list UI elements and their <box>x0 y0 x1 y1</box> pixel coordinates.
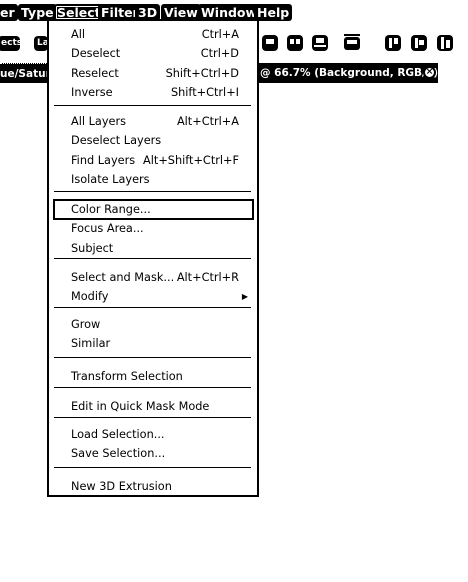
menu-separator <box>54 105 251 106</box>
menu-item-color-range[interactable]: Color Range... <box>53 199 254 220</box>
menu-item-label: All <box>71 28 86 41</box>
menu-separator <box>54 307 251 308</box>
menu-separator <box>54 417 251 418</box>
menu-item-shortcut: Shift+Ctrl+I <box>170 85 239 99</box>
menu-separator <box>54 258 251 259</box>
close-icon[interactable]: × <box>423 66 436 79</box>
menu-separator <box>54 191 251 192</box>
layer-dropdown[interactable]: La <box>34 36 48 51</box>
menu-item-label: Deselect Layers <box>71 134 162 148</box>
menu-item-shortcut: Alt+Ctrl+A <box>176 115 239 128</box>
menu-item-all[interactable]: All Ctrl+A <box>51 25 255 44</box>
menu-item-deselect[interactable]: Deselect Ctrl+D <box>51 44 255 63</box>
menu-item-label: Color Range... <box>71 203 151 216</box>
menu-item-transform-selection[interactable]: Transform Selection <box>51 367 255 386</box>
menu-item-label: Modify <box>71 290 109 304</box>
menu-item-label: Save Selection... <box>71 447 166 461</box>
menu-item-label: Grow <box>71 318 101 331</box>
menu-item-save-selection[interactable]: Save Selection... <box>51 444 255 463</box>
menu-item-subject[interactable]: Subject <box>51 239 255 258</box>
align-right-icon[interactable] <box>436 33 454 53</box>
submenu-arrow-icon: ▶ <box>241 292 248 302</box>
menu-item-label: Subject <box>71 241 114 255</box>
menu-help[interactable]: Help <box>254 4 293 21</box>
menu-item-label: Select and Mask... <box>71 271 175 284</box>
document-tab-hue-saturation[interactable]: ue/Satura <box>0 63 48 83</box>
menu-item-find-layers[interactable]: Find Layers Alt+Shift+Ctrl+F <box>51 151 255 170</box>
menu-item-shortcut: Alt+Shift+Ctrl+F <box>143 153 239 167</box>
menu-item-deselect-layers[interactable]: Deselect Layers <box>51 131 255 150</box>
menu-separator <box>54 387 251 388</box>
menu-item-label: Similar <box>71 337 111 351</box>
menu-item-modify[interactable]: Modify ▶ <box>51 287 255 306</box>
menu-item-shortcut: Ctrl+A <box>201 28 239 41</box>
menu-item-new-3d-extrusion[interactable]: New 3D Extrusion <box>51 477 255 496</box>
menu-item-label: Find Layers <box>71 153 136 167</box>
menu-item-label: Load Selection... <box>71 428 165 441</box>
document-tab-active[interactable]: @ 66.7% (Background, RGB/8) <box>256 63 438 83</box>
align-bottom-icon[interactable] <box>311 33 329 53</box>
menu-item-load-selection[interactable]: Load Selection... <box>51 425 255 444</box>
menu-item-shortcut: Ctrl+D <box>200 47 239 61</box>
distribute-icon[interactable] <box>343 33 361 53</box>
menu-item-label: Edit in Quick Mask Mode <box>71 400 210 413</box>
menu-item-label: Transform Selection <box>71 370 183 383</box>
menu-item-similar[interactable]: Similar <box>51 334 255 353</box>
menu-item-label: Focus Area... <box>71 222 144 236</box>
menu-item-focus-area[interactable]: Focus Area... <box>51 219 255 238</box>
menu-item-inverse[interactable]: Inverse Shift+Ctrl+I <box>51 83 255 102</box>
menu-item-select-and-mask[interactable]: Select and Mask... Alt+Ctrl+R <box>51 268 255 287</box>
align-hcenter-icon[interactable] <box>410 33 428 53</box>
menu-item-reselect[interactable]: Reselect Shift+Ctrl+D <box>51 64 255 83</box>
align-left-icon[interactable] <box>384 33 402 53</box>
menu-item-all-layers[interactable]: All Layers Alt+Ctrl+A <box>51 112 255 131</box>
menu-item-label: Deselect <box>71 47 121 61</box>
menu-item-label: New 3D Extrusion <box>71 480 172 493</box>
align-vcenter-icon[interactable] <box>286 33 304 53</box>
menu-item-label: Reselect <box>71 66 119 80</box>
menu-separator <box>54 467 251 468</box>
auto-select-option[interactable]: ects <box>0 36 20 51</box>
menu-item-edit-in-quick-mask-mode[interactable]: Edit in Quick Mask Mode <box>51 397 255 416</box>
menu-item-grow[interactable]: Grow <box>51 315 255 334</box>
menu-separator <box>54 357 251 358</box>
align-top-icon[interactable] <box>261 33 279 53</box>
menu-item-shortcut: Shift+Ctrl+D <box>165 66 239 80</box>
menu-item-label: All Layers <box>71 115 126 128</box>
menu-item-label: Inverse <box>71 85 113 99</box>
menu-item-label: Isolate Layers <box>71 172 150 186</box>
select-menu-dropdown: All Ctrl+A Deselect Ctrl+D Reselect Shift+Ctr… <box>47 19 259 497</box>
menu-item-isolate-layers[interactable]: Isolate Layers <box>51 170 255 189</box>
menu-edit-partial[interactable]: er <box>0 4 18 21</box>
menu-item-shortcut: Alt+Ctrl+R <box>176 271 239 284</box>
